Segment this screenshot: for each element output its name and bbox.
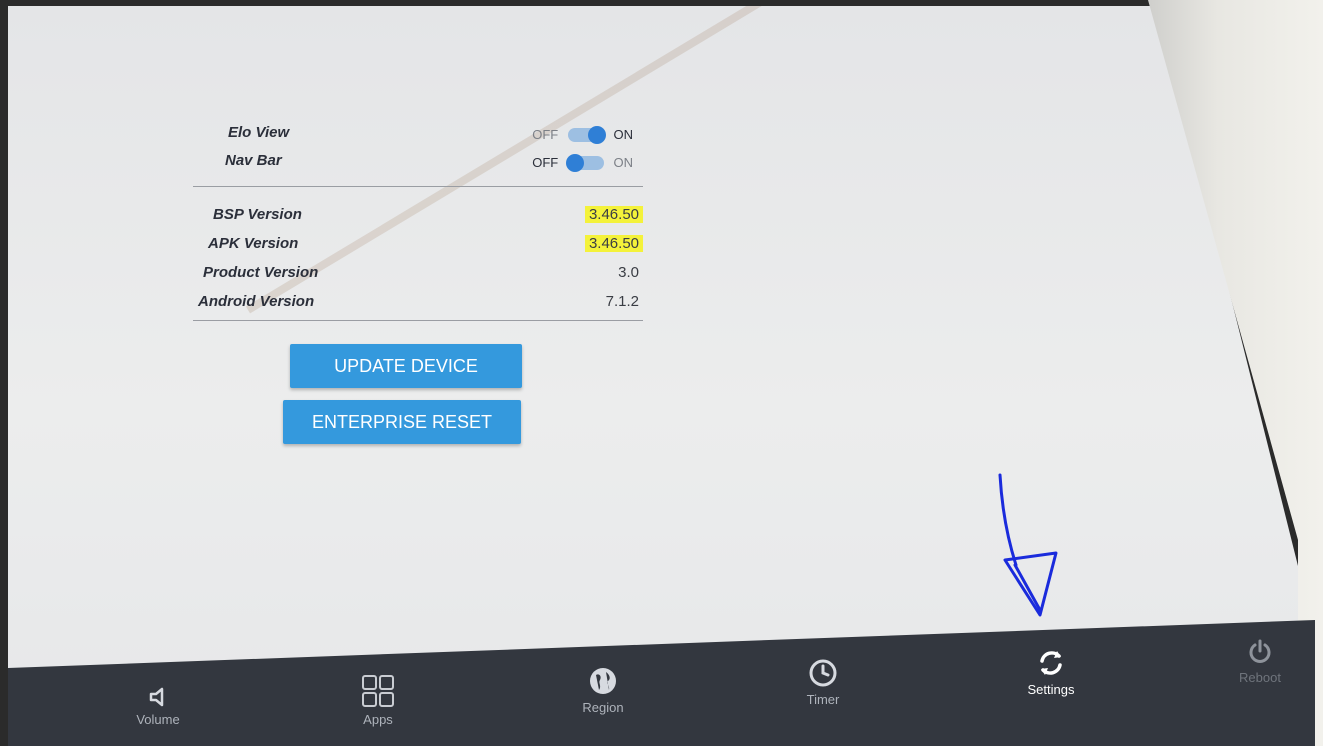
nav-region[interactable]: Region [558,666,648,715]
apps-grid-icon [362,675,394,707]
nav-region-label: Region [582,700,624,715]
nav-reboot-label: Reboot [1239,670,1281,685]
version-row: Product Version 3.0 [193,264,643,290]
bsp-version-value: 3.46.50 [584,206,643,223]
volume-icon [149,687,164,707]
elo-view-label: Elo View [228,124,290,141]
nav-bar-on-label: ON [613,155,634,171]
nav-bar-switch-thumb[interactable] [565,153,584,172]
elo-view-off-label: OFF [532,127,559,143]
sync-icon [1040,651,1062,675]
nav-apps[interactable]: Apps [333,674,423,727]
nav-settings[interactable]: Settings [1006,648,1096,697]
nav-bar-off-label: OFF [532,155,559,171]
divider-bottom [193,320,643,321]
product-version-value: 3.0 [618,264,639,281]
enterprise-reset-button[interactable]: ENTERPRISE RESET [283,400,521,444]
android-version-value: 7.1.2 [605,293,639,310]
annotation-arrow [998,473,1058,617]
nav-settings-label: Settings [1027,682,1075,697]
elo-view-switch-track[interactable] [567,125,606,144]
version-row: APK Version 3.46.50 [193,235,643,261]
nav-bar-label: Nav Bar [225,152,282,169]
divider-top [193,186,643,187]
nav-apps-label: Apps [363,712,393,727]
nav-bar-row: Nav Bar OFF ON [193,152,643,178]
apk-version-value: 3.46.50 [584,235,643,252]
nav-reboot[interactable]: Reboot [1215,638,1305,685]
update-device-button[interactable]: UPDATE DEVICE [290,344,522,388]
version-row: Android Version 7.1.2 [193,293,643,319]
power-icon [1249,639,1271,663]
elo-view-switch-thumb[interactable] [587,125,606,144]
elo-view-row: Elo View OFF ON [193,124,643,150]
version-row: BSP Version 3.46.50 [193,206,643,232]
apk-version-label: APK Version [208,235,299,252]
nav-volume[interactable]: Volume [113,686,203,727]
android-version-label: Android Version [198,293,315,310]
nav-bar-switch-track[interactable] [565,153,604,172]
bsp-version-label: BSP Version [213,206,302,223]
elo-view-on-label: ON [613,127,634,143]
clock-icon [809,659,837,687]
nav-timer-label: Timer [806,692,840,707]
globe-icon [590,668,616,694]
product-version-label: Product Version [203,264,319,281]
nav-volume-label: Volume [136,712,180,727]
nav-bar-toggle[interactable]: OFF ON [532,153,634,172]
nav-timer[interactable]: Timer [778,658,868,707]
elo-view-toggle[interactable]: OFF ON [532,125,634,144]
